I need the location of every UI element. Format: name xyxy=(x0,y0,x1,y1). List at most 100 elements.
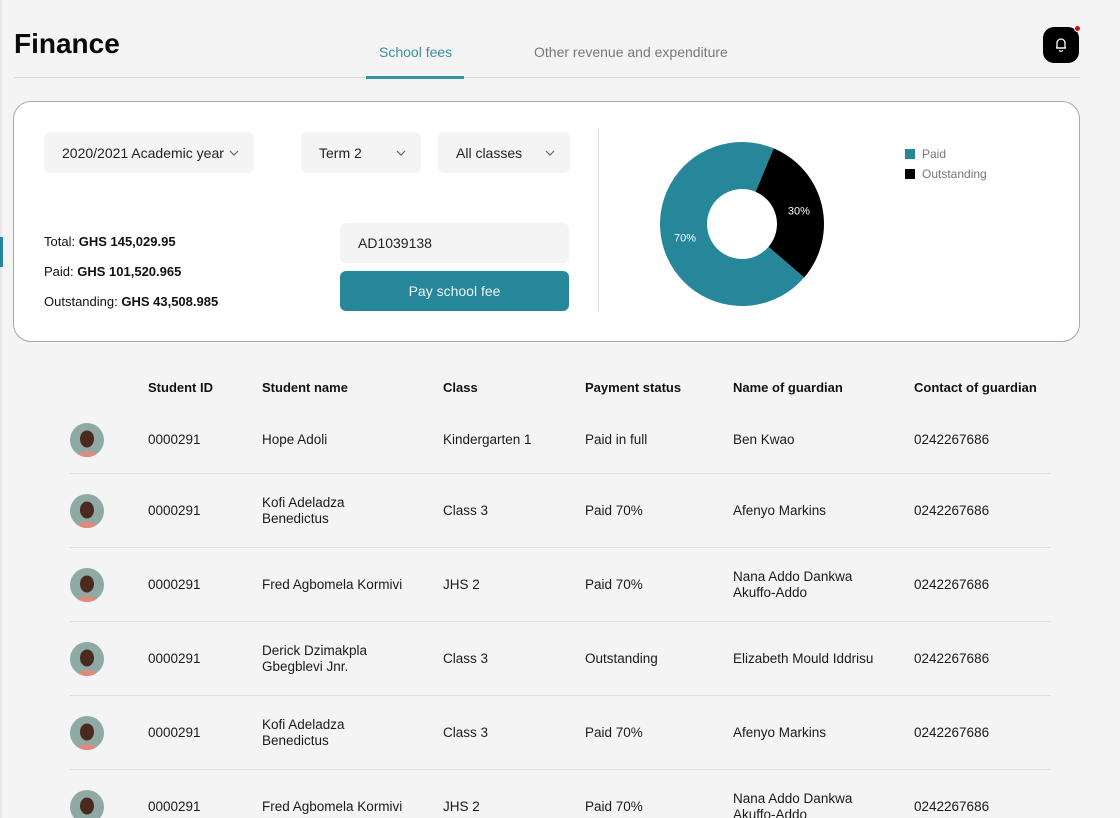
guardian-name: Nana Addo Dankwa Akuffo-Addo xyxy=(733,568,853,600)
page-title: Finance xyxy=(14,28,120,59)
students-table: Student ID Student name Class Payment st… xyxy=(70,370,1051,818)
student-photo-icon xyxy=(70,567,104,602)
student-photo-icon xyxy=(70,493,104,528)
guardian-contact: 0242267686 xyxy=(914,576,990,592)
table-row[interactable]: 0000291 Fred Agbomela Kormivi JHS 2 Paid… xyxy=(70,548,1051,622)
donut-label-outstanding: 30% xyxy=(788,206,810,218)
tab-school-fees[interactable]: School fees xyxy=(365,44,465,79)
guardian-contact: 0242267686 xyxy=(914,798,990,814)
student-id: 0000291 xyxy=(148,650,201,666)
student-name: Hope Adoli xyxy=(262,431,328,447)
column-header-payment-status[interactable]: Payment status xyxy=(585,380,681,395)
table-row[interactable]: 0000291 Kofi Adeladza Benedictus Class 3… xyxy=(70,696,1051,770)
academic-year-select[interactable]: 2020/2021 Academic year xyxy=(44,132,254,173)
chart-legend: Paid Outstanding xyxy=(905,144,987,184)
academic-year-value: 2020/2021 Academic year xyxy=(62,144,224,161)
term-select[interactable]: Term 2 xyxy=(301,132,421,173)
student-id: 0000291 xyxy=(148,724,201,740)
student-class: Class 3 xyxy=(443,502,489,518)
student-photo-icon xyxy=(70,422,104,457)
chevron-down-icon xyxy=(396,150,406,156)
student-name: Derick Dzimakpla Gbegblevi Jnr. xyxy=(262,642,368,674)
notification-button[interactable] xyxy=(1043,25,1081,63)
tab-other-revenue-expenditure[interactable]: Other revenue and expenditure xyxy=(534,44,728,78)
class-select[interactable]: All classes xyxy=(438,132,570,173)
guardian-name: Elizabeth Mould Iddrisu xyxy=(733,650,874,666)
student-avatar xyxy=(70,493,104,528)
student-class: Class 3 xyxy=(443,650,489,666)
student-class: JHS 2 xyxy=(443,576,480,592)
student-avatar xyxy=(70,567,104,602)
column-header-class[interactable]: Class xyxy=(443,380,478,395)
payment-status: Paid in full xyxy=(585,431,648,447)
table-row[interactable]: 0000291 Hope Adoli Kindergarten 1 Paid i… xyxy=(70,406,1051,474)
student-id: 0000291 xyxy=(148,502,201,518)
paid-line: Paid: GHS 101,520.965 xyxy=(44,263,218,293)
fee-totals: Total: GHS 145,029.95 Paid: GHS 101,520.… xyxy=(44,233,218,323)
student-name: Fred Agbomela Kormivi xyxy=(262,798,403,814)
student-avatar xyxy=(70,715,104,750)
payment-status: Paid 70% xyxy=(585,798,643,814)
column-header-guardian-name[interactable]: Name of guardian xyxy=(733,380,843,395)
table-row[interactable]: 0000291 Kofi Adeladza Benedictus Class 3… xyxy=(70,474,1051,548)
table-body: 0000291 Hope Adoli Kindergarten 1 Paid i… xyxy=(70,406,1051,818)
student-id: 0000291 xyxy=(148,576,201,592)
legend-swatch-outstanding xyxy=(905,169,915,179)
student-name: Kofi Adeladza Benedictus xyxy=(262,494,345,526)
chevron-down-icon xyxy=(545,150,555,156)
sidebar-active-indicator xyxy=(0,237,3,267)
student-photo-icon xyxy=(70,641,104,676)
donut-label-paid: 70% xyxy=(674,232,696,244)
table-row[interactable]: 0000291 Fred Agbomela Kormivi JHS 2 Paid… xyxy=(70,770,1051,818)
chevron-down-icon xyxy=(229,150,239,156)
legend-item-paid: Paid xyxy=(905,144,987,164)
column-header-student-name[interactable]: Student name xyxy=(262,380,348,395)
legend-label-outstanding: Outstanding xyxy=(922,167,987,181)
card-divider xyxy=(598,129,599,312)
student-class: Kindergarten 1 xyxy=(443,431,532,447)
outstanding-value: GHS 43,508.985 xyxy=(121,294,219,309)
guardian-name: Afenyo Markins xyxy=(733,502,827,518)
total-label: Total: xyxy=(44,234,76,249)
student-name: Kofi Adeladza Benedictus xyxy=(262,716,345,748)
legend-label-paid: Paid xyxy=(922,147,947,161)
payment-donut-chart: 30% 70% xyxy=(660,141,824,306)
student-id-input[interactable] xyxy=(340,223,569,263)
guardian-contact: 0242267686 xyxy=(914,724,990,740)
notification-unread-dot xyxy=(1074,25,1081,32)
student-id: 0000291 xyxy=(148,798,201,814)
student-class: Class 3 xyxy=(443,724,489,740)
guardian-contact: 0242267686 xyxy=(914,502,990,518)
student-photo-icon xyxy=(70,789,104,818)
table-header: Student ID Student name Class Payment st… xyxy=(70,370,1051,406)
class-value: All classes xyxy=(456,144,523,161)
student-avatar xyxy=(70,422,104,457)
sidebar-edge xyxy=(0,0,2,818)
guardian-name: Afenyo Markins xyxy=(733,724,827,740)
payment-status: Paid 70% xyxy=(585,576,643,592)
guardian-name: Nana Addo Dankwa Akuffo-Addo xyxy=(733,790,853,818)
page-header: Finance School fees Other revenue and ex… xyxy=(14,0,1081,79)
pay-school-fee-button[interactable]: Pay school fee xyxy=(340,271,569,311)
student-class: JHS 2 xyxy=(443,798,480,814)
student-name: Fred Agbomela Kormivi xyxy=(262,576,403,592)
bell-icon xyxy=(1056,38,1066,52)
guardian-contact: 0242267686 xyxy=(914,650,990,666)
paid-label: Paid: xyxy=(44,264,74,279)
column-header-student-id[interactable]: Student ID xyxy=(148,380,213,395)
student-id: 0000291 xyxy=(148,431,201,447)
legend-item-outstanding: Outstanding xyxy=(905,164,987,184)
paid-value: GHS 101,520.965 xyxy=(77,264,182,279)
guardian-name: Ben Kwao xyxy=(733,431,795,447)
total-value: GHS 145,029.95 xyxy=(78,234,176,249)
payment-status: Outstanding xyxy=(585,650,658,666)
total-line: Total: GHS 145,029.95 xyxy=(44,233,218,263)
fees-summary-card: 2020/2021 Academic year Term 2 All class… xyxy=(13,101,1080,342)
payment-status: Paid 70% xyxy=(585,502,643,518)
column-header-guardian-contact[interactable]: Contact of guardian xyxy=(914,380,1037,395)
payment-status: Paid 70% xyxy=(585,724,643,740)
outstanding-label: Outstanding: xyxy=(44,294,118,309)
outstanding-line: Outstanding: GHS 43,508.985 xyxy=(44,293,218,323)
student-avatar xyxy=(70,789,104,818)
table-row[interactable]: 0000291 Derick Dzimakpla Gbegblevi Jnr. … xyxy=(70,622,1051,696)
